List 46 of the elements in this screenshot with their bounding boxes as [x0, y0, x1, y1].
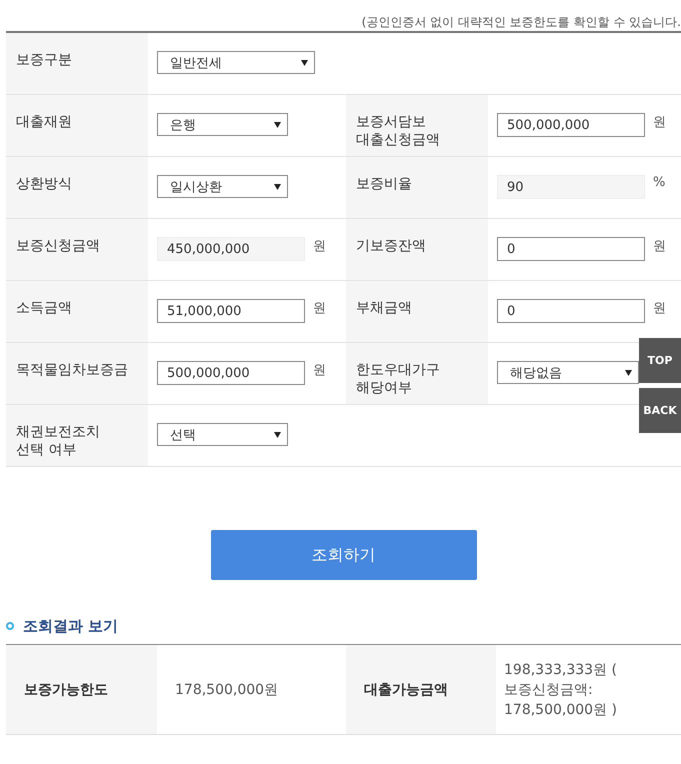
- section-title: 조회결과 보기: [23, 616, 118, 636]
- search-button[interactable]: 조회하기: [210, 530, 476, 580]
- unit-text: 원: [653, 300, 666, 317]
- field-label: 부채금액: [346, 281, 488, 342]
- caret-icon: [274, 122, 281, 128]
- dropdown[interactable]: 은행: [157, 113, 288, 136]
- unit-text: 원: [313, 238, 326, 255]
- field-label: 보증구분: [6, 33, 148, 94]
- field-label: 목적물임차보증금: [6, 343, 148, 404]
- caret-icon: [301, 60, 308, 66]
- field-label: 상환방식: [6, 157, 148, 218]
- result-label: 대출가능금액: [346, 645, 496, 734]
- field-label: 보증서담보 대출신청금액: [346, 95, 488, 156]
- readonly-field: 450,000,000: [157, 237, 305, 261]
- unit-text: %: [653, 175, 666, 190]
- input-field[interactable]: 51,000,000: [157, 299, 305, 323]
- caret-icon: [274, 184, 281, 190]
- dropdown[interactable]: 일시상환: [157, 175, 288, 198]
- caret-icon: [274, 432, 281, 438]
- field-label: 소득금액: [6, 281, 148, 342]
- unit-text: 원: [653, 114, 666, 131]
- field-label: 보증신청금액: [6, 219, 148, 280]
- unit-text: 원: [313, 362, 326, 379]
- caret-icon: [625, 370, 632, 376]
- readonly-field: 90: [497, 175, 645, 199]
- field-label: 기보증잔액: [346, 219, 488, 280]
- field-label: 대출재원: [6, 95, 148, 156]
- result-value: 178,500,000원: [174, 680, 280, 700]
- unit-text: 원: [313, 300, 326, 317]
- scroll-button[interactable]: TOP: [639, 338, 681, 383]
- input-field[interactable]: 0: [497, 237, 645, 261]
- field-label: 한도우대가구 해당여부: [346, 343, 488, 404]
- field-label: 채권보전조치 선택 여부: [6, 405, 148, 466]
- notice-text: (공인인증서 없이 대략적인 보증한도를 확인할 수 있습니다.: [360, 14, 681, 31]
- scroll-button[interactable]: BACK: [639, 388, 681, 433]
- bullet-icon: [6, 622, 14, 630]
- input-field[interactable]: 500,000,000: [157, 361, 305, 385]
- unit-text: 원: [653, 238, 666, 255]
- result-value: 198,333,333원 ( 보증신청금액: 178,500,000원 ): [503, 660, 618, 720]
- dropdown[interactable]: 선택: [157, 423, 288, 446]
- input-field[interactable]: 500,000,000: [497, 113, 645, 137]
- result-label: 보증가능한도: [6, 645, 157, 734]
- dropdown[interactable]: 해당없음: [497, 361, 639, 384]
- dropdown[interactable]: 일반전세: [157, 51, 315, 74]
- input-field[interactable]: 0: [497, 299, 645, 323]
- field-label: 보증비율: [346, 157, 488, 218]
